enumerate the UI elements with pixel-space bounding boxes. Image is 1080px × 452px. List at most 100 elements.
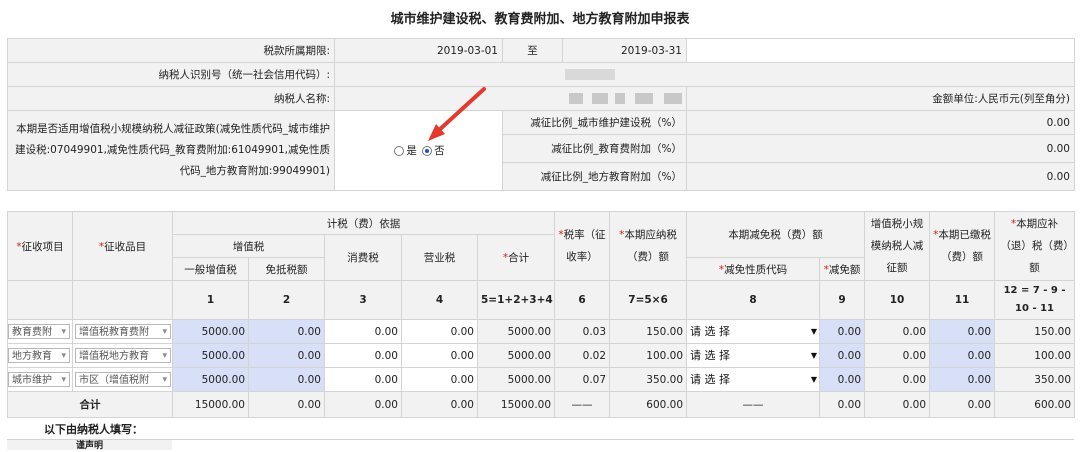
reduction-amt-input[interactable]: 0.00 bbox=[819, 343, 866, 368]
due-cell: 100.00 bbox=[994, 343, 1076, 368]
reduction-code-select[interactable]: 请 选 择 bbox=[688, 323, 819, 340]
header-due: *本期应补（退）税（费）额 bbox=[994, 211, 1076, 281]
footnote: 以下由纳税人填写： bbox=[44, 423, 143, 436]
ratio-label-education: 减征比例_教育费附加（%） bbox=[502, 134, 687, 163]
redacted-block bbox=[634, 93, 653, 104]
item-select[interactable]: 教育费附 bbox=[8, 324, 70, 339]
radio-yes-label: 是 bbox=[406, 145, 417, 157]
period-to: 2019-03-31 bbox=[562, 38, 687, 63]
subitem-select[interactable]: 市区（增值税附 bbox=[75, 372, 171, 387]
business-cell: 0.00 bbox=[401, 319, 478, 344]
vat-general-input[interactable]: 5000.00 bbox=[172, 343, 249, 368]
header-business: 营业税 bbox=[401, 234, 478, 281]
taxpayer-id-label: 纳税人识别号（统一社会信用代码）: bbox=[7, 62, 335, 87]
col-num: 2 bbox=[248, 280, 325, 320]
col-num: 5=1+2+3+4 bbox=[476, 280, 556, 320]
ratio-label-urban: 减征比例_城市维护建设税（%） bbox=[502, 110, 687, 135]
col-num: 11 bbox=[929, 280, 996, 320]
reduction-amt-input[interactable]: 0.00 bbox=[819, 367, 866, 392]
declaration-row: 谨声明 bbox=[7, 439, 1074, 451]
rate-cell: 0.07 bbox=[554, 367, 611, 392]
vat-exempt-input[interactable]: 0.00 bbox=[248, 367, 325, 392]
small-scale-cell: 0.00 bbox=[864, 367, 931, 392]
col-num: 9 bbox=[819, 280, 866, 320]
sum-cell: 5000.00 bbox=[476, 319, 556, 344]
sum-cell: 5000.00 bbox=[476, 367, 556, 392]
item-select[interactable]: 地方教育 bbox=[8, 348, 70, 363]
header-reduction-code: *减免性质代码 bbox=[686, 257, 821, 281]
payable-cell: 150.00 bbox=[609, 319, 688, 344]
header-consumption: 消费税 bbox=[324, 234, 402, 281]
paid-input[interactable]: 0.00 bbox=[929, 343, 996, 368]
header-rate: *税率（征收率） bbox=[554, 211, 611, 281]
col-num: 1 bbox=[172, 280, 249, 320]
rate-cell: 0.03 bbox=[554, 319, 611, 344]
header-info-table: 税款所属期限: 2019-03-01 至 2019-03-31 纳税人识别号（统… bbox=[7, 38, 1075, 111]
col-num: 6 bbox=[554, 280, 611, 320]
vat-general-input[interactable]: 5000.00 bbox=[172, 319, 249, 344]
table-row: 地方教育 增值税地方教育 5000.00 0.00 0.00 0.00 5000… bbox=[7, 343, 1076, 368]
consumption-cell: 0.00 bbox=[324, 367, 402, 392]
total-c5: 15000.00 bbox=[476, 391, 556, 418]
total-c7: 600.00 bbox=[609, 391, 688, 418]
header-small-scale: 增值税小规模纳税人减征额 bbox=[864, 211, 931, 281]
reduction-code-select[interactable]: 请 选 择 bbox=[688, 371, 819, 388]
due-cell: 350.00 bbox=[994, 367, 1076, 392]
business-cell: 0.00 bbox=[401, 367, 478, 392]
policy-table: 本期是否适用增值税小规模纳税人减征政策(减免性质代码_城市维护建设税:07049… bbox=[7, 110, 1075, 191]
taxpayer-name-value bbox=[334, 86, 687, 111]
small-scale-cell: 0.00 bbox=[864, 343, 931, 368]
header-paid: *本期已缴税（费）额 bbox=[929, 211, 996, 281]
declaration-label: 谨声明 bbox=[7, 440, 172, 451]
sum-cell: 5000.00 bbox=[476, 343, 556, 368]
ratio-value-urban: 0.00 bbox=[686, 110, 1075, 135]
total-c1: 15000.00 bbox=[172, 391, 249, 418]
col-num: 8 bbox=[686, 280, 821, 320]
taxpayer-name-label: 纳税人名称: bbox=[7, 86, 335, 111]
paid-input[interactable]: 0.00 bbox=[929, 367, 996, 392]
total-c8: —— bbox=[686, 391, 821, 418]
col-num: 4 bbox=[401, 280, 478, 320]
total-c11: 0.00 bbox=[929, 391, 996, 418]
table-row: 城市维护 市区（增值税附 5000.00 0.00 0.00 0.00 5000… bbox=[7, 367, 1076, 392]
consumption-cell: 0.00 bbox=[324, 319, 402, 344]
header-vat-general: 一般增值税 bbox=[172, 257, 249, 281]
col-num: 10 bbox=[864, 280, 931, 320]
tax-table: *征收项目 *征收品目 计税（费）依据 *税率（征收率） *本期应纳税（费）额 … bbox=[7, 211, 1076, 418]
redacted-block bbox=[664, 93, 682, 104]
total-row: 合计 15000.00 0.00 0.00 0.00 15000.00 —— 6… bbox=[7, 391, 1076, 418]
vat-general-input[interactable]: 5000.00 bbox=[172, 367, 249, 392]
policy-text: 本期是否适用增值税小规模纳税人减征政策(减免性质代码_城市维护建设税:07049… bbox=[7, 110, 335, 191]
consumption-cell: 0.00 bbox=[324, 343, 402, 368]
ratio-label-local-education: 减征比例_地方教育附加（%） bbox=[502, 162, 687, 191]
header-item: *征收项目 bbox=[7, 211, 73, 281]
vat-exempt-input[interactable]: 0.00 bbox=[248, 343, 325, 368]
paid-input[interactable]: 0.00 bbox=[929, 319, 996, 344]
header-reduction: 本期减免税（费）额 bbox=[686, 211, 866, 258]
header-reduction-amt: *减免额 bbox=[819, 257, 866, 281]
period-to-label: 至 bbox=[502, 38, 563, 63]
reduction-amt-input[interactable]: 0.00 bbox=[819, 319, 866, 344]
header-sum: *合计 bbox=[476, 234, 556, 281]
total-c3: 0.00 bbox=[324, 391, 402, 418]
payable-cell: 100.00 bbox=[609, 343, 688, 368]
redacted-block bbox=[591, 93, 608, 104]
taxpayer-id-value bbox=[334, 62, 1075, 87]
policy-radio-group: 是 否 bbox=[334, 110, 503, 191]
subitem-select[interactable]: 增值税地方教育 bbox=[75, 348, 171, 363]
small-scale-cell: 0.00 bbox=[864, 319, 931, 344]
reduction-code-select[interactable]: 请 选 择 bbox=[688, 347, 819, 364]
radio-no-label: 否 bbox=[434, 145, 445, 157]
business-cell: 0.00 bbox=[401, 343, 478, 368]
amount-unit: 金额单位:人民币元(列至角分) bbox=[686, 86, 1075, 111]
col-num: 3 bbox=[324, 280, 402, 320]
rate-cell: 0.02 bbox=[554, 343, 611, 368]
subitem-select[interactable]: 增值税教育费附 bbox=[75, 324, 171, 339]
header-vat-exempt: 免抵税额 bbox=[248, 257, 325, 281]
redacted-block bbox=[565, 69, 615, 80]
radio-yes[interactable] bbox=[394, 146, 405, 156]
radio-no[interactable] bbox=[422, 146, 433, 156]
ratio-value-education: 0.00 bbox=[686, 134, 1075, 163]
vat-exempt-input[interactable]: 0.00 bbox=[248, 319, 325, 344]
item-select[interactable]: 城市维护 bbox=[8, 372, 70, 387]
